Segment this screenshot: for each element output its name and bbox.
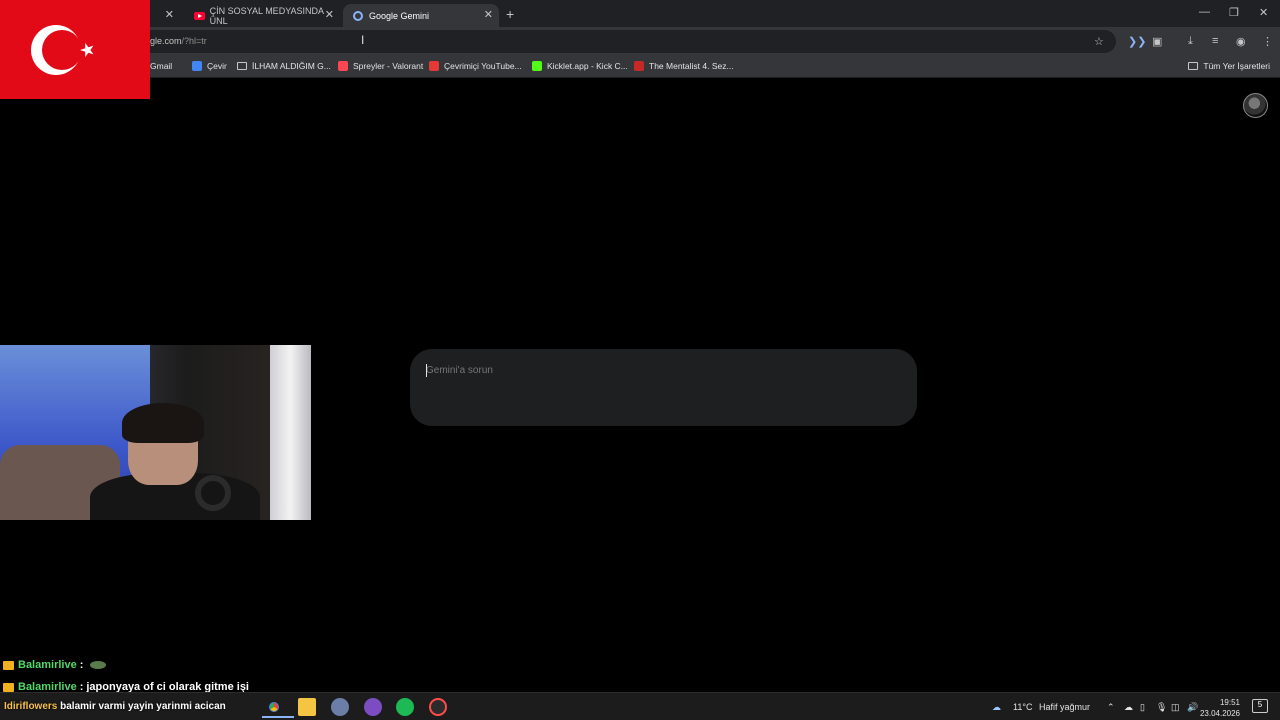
tab-label: ÇİN SOSYAL MEDYASINDA ÜNL bbox=[209, 5, 324, 26]
gmail-label: Gmail bbox=[150, 61, 173, 71]
chat-username: Balamirlive bbox=[18, 659, 77, 671]
bookmark-valorant[interactable]: Spreyler - Valorant bbox=[338, 61, 423, 71]
stream-ticker: Idiriflowers balamir varmi yayin yarinmi… bbox=[4, 701, 226, 712]
chevron-up-icon[interactable]: ⌃ bbox=[1107, 702, 1115, 713]
ticker-message: balamir varmi yayin yarinmi acican bbox=[60, 701, 226, 712]
app-taskbar-icon[interactable] bbox=[331, 698, 349, 716]
bookmark-label: Kicklet.app - Kick C... bbox=[547, 61, 628, 71]
translate-icon bbox=[192, 61, 202, 71]
webcam-hair bbox=[122, 403, 204, 443]
weather-icon: ☁ bbox=[992, 702, 1001, 712]
all-bookmarks-label: Tüm Yer İşaretleri bbox=[1203, 61, 1270, 71]
crown-badge-icon bbox=[3, 660, 14, 670]
clock-time: 19:51 bbox=[1219, 698, 1240, 707]
tab-strip: ✕ ÇİN SOSYAL MEDYASINDA ÜNL ✕ Google Gem… bbox=[0, 0, 1280, 27]
extensions-icon[interactable]: ▣ bbox=[1152, 35, 1162, 48]
wifi-icon[interactable]: ◫ bbox=[1171, 702, 1180, 713]
gemini-icon bbox=[353, 10, 363, 21]
microphone-icon[interactable]: 🎙 bbox=[1156, 702, 1167, 713]
spotify-icon[interactable] bbox=[396, 698, 414, 716]
star-icon[interactable]: ☆ bbox=[1094, 35, 1104, 48]
webcam-overlay bbox=[0, 345, 311, 520]
restore-icon[interactable]: ❐ bbox=[1229, 6, 1239, 19]
menu-icon[interactable]: ⋮ bbox=[1262, 35, 1273, 48]
crown-badge-icon bbox=[3, 682, 14, 692]
folder-icon bbox=[237, 62, 247, 70]
webcam-curtain bbox=[270, 345, 311, 520]
ticker-user: Idiriflowers bbox=[4, 701, 58, 712]
headset-icon bbox=[195, 475, 231, 511]
bookmark-kicklet[interactable]: Kicklet.app - Kick C... bbox=[532, 61, 628, 71]
screen: ✕ ÇİN SOSYAL MEDYASINDA ÜNL ✕ Google Gem… bbox=[0, 0, 1280, 720]
notification-count: 5 bbox=[1257, 700, 1263, 709]
bookmark-gmail[interactable]: Gmail bbox=[150, 61, 172, 71]
weather-temp: 11°C bbox=[1013, 702, 1033, 712]
account-avatar[interactable] bbox=[1243, 93, 1268, 118]
clock[interactable]: 19:51 23.04.2026 bbox=[1200, 697, 1240, 719]
profile-icon[interactable]: ◉ bbox=[1236, 35, 1246, 48]
tab-youtube-video[interactable]: ÇİN SOSYAL MEDYASINDA ÜNL ✕ bbox=[184, 4, 340, 27]
close-icon[interactable]: ✕ bbox=[325, 8, 334, 21]
volume-icon[interactable]: 🔊 bbox=[1187, 702, 1198, 713]
bookmark-label: Çevir bbox=[207, 61, 227, 71]
prompt-input[interactable] bbox=[426, 365, 896, 376]
converter-icon bbox=[429, 61, 439, 71]
bookmark-label: Spreyler - Valorant bbox=[353, 61, 424, 71]
text-caret bbox=[426, 364, 427, 377]
bookmark-youtube-converter[interactable]: Çevrimiçi YouTube... bbox=[429, 61, 522, 71]
recorder-icon[interactable] bbox=[429, 698, 447, 716]
chrome-taskbar-icon[interactable] bbox=[262, 698, 294, 718]
bookmark-label: İLHAM ALDIĞIM G... bbox=[252, 61, 331, 71]
media-icon[interactable]: ❯❯ bbox=[1128, 35, 1146, 48]
crescent-star-icon bbox=[31, 25, 94, 75]
battery-icon[interactable]: ▯ bbox=[1140, 702, 1145, 713]
tab-label: Google Gemini bbox=[369, 10, 430, 21]
bookmark-mentalist[interactable]: The Mentalist 4. Sez... bbox=[634, 61, 734, 71]
prompt-container[interactable] bbox=[410, 349, 917, 426]
folder-icon bbox=[1188, 62, 1199, 70]
clock-date: 23.04.2026 bbox=[1199, 709, 1240, 718]
valorant-icon bbox=[338, 61, 348, 71]
bookmark-folder-ilham[interactable]: İLHAM ALDIĞIM G... bbox=[237, 61, 331, 71]
kicklet-icon bbox=[532, 61, 542, 71]
discord-icon[interactable] bbox=[364, 698, 382, 716]
url-text: gle.com/?hl=tr bbox=[150, 36, 207, 46]
address-bar[interactable]: gle.com/?hl=tr ☆ bbox=[140, 30, 1116, 53]
windows-taskbar: Idiriflowers balamir varmi yayin yarinmi… bbox=[0, 692, 1280, 720]
bookmark-cevir[interactable]: Çevir bbox=[192, 61, 227, 71]
mentalist-icon bbox=[634, 61, 644, 71]
tab-google-gemini[interactable]: Google Gemini ✕ bbox=[343, 4, 499, 27]
bookmarks-bar: Gmail Çevir İLHAM ALDIĞIM G... Spreyler … bbox=[0, 56, 1280, 78]
all-bookmarks-button[interactable]: Tüm Yer İşaretleri bbox=[1188, 61, 1270, 71]
bookmark-label: The Mentalist 4. Sez... bbox=[649, 61, 734, 71]
notification-center-button[interactable]: 5 bbox=[1252, 699, 1268, 713]
weather-desc: Hafif yağmur bbox=[1039, 702, 1091, 712]
new-tab-button[interactable]: + bbox=[506, 6, 514, 22]
close-icon[interactable]: ✕ bbox=[484, 8, 493, 21]
playlist-icon[interactable]: ≡ bbox=[1212, 35, 1218, 47]
bookmark-label: Çevrimiçi YouTube... bbox=[444, 61, 522, 71]
browser-toolbar: gle.com/?hl=tr ☆ ❯❯ ▣ ⤓ ≡ ◉ ⋮ bbox=[0, 27, 1280, 56]
chat-message: Balamirlive : bbox=[3, 659, 107, 671]
download-icon[interactable]: ⤓ bbox=[1188, 35, 1193, 48]
turkish-flag-overlay bbox=[0, 0, 150, 99]
network-cloud-icon[interactable]: ☁ bbox=[1124, 702, 1133, 713]
minimize-icon[interactable]: — bbox=[1199, 6, 1210, 18]
file-explorer-icon[interactable] bbox=[298, 698, 316, 716]
turtle-emote-icon bbox=[90, 661, 107, 669]
youtube-icon bbox=[194, 11, 205, 20]
close-icon[interactable]: ✕ bbox=[165, 8, 174, 21]
text-cursor-icon: I bbox=[361, 33, 365, 47]
window-close-icon[interactable]: ✕ bbox=[1259, 6, 1268, 19]
tab-pinned[interactable]: ✕ bbox=[150, 4, 180, 27]
